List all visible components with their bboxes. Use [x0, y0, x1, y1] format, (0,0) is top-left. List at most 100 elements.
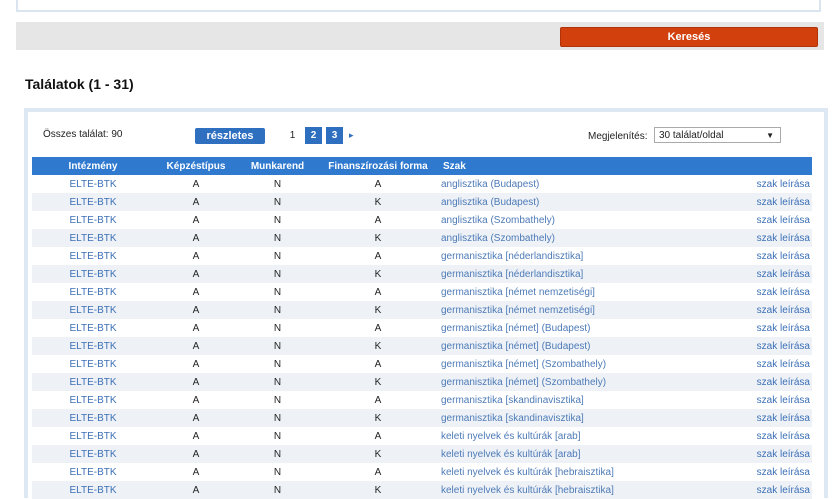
col-header-financing[interactable]: Finanszírozási forma [317, 157, 439, 175]
financing-cell: A [374, 178, 382, 190]
page-link-3[interactable]: 3 [326, 127, 343, 144]
training-type-cell: A [154, 481, 238, 499]
description-link[interactable]: szak leírása [718, 193, 812, 211]
major-link[interactable]: germanisztika [néderlandisztika] [439, 247, 718, 265]
financing-cell: K [317, 337, 439, 355]
page-link-2[interactable]: 2 [305, 127, 322, 144]
institution-link[interactable]: ELTE-BTK [32, 319, 154, 337]
description-link[interactable]: szak leírása [718, 355, 812, 373]
training-type-cell: A [154, 337, 238, 355]
institution-link[interactable]: ELTE-BTK [32, 337, 154, 355]
description-link[interactable]: szak leírása [718, 301, 812, 319]
description-link[interactable]: szak leírása [718, 265, 812, 283]
major-link[interactable]: germanisztika [német] (Szombathely) [439, 373, 718, 391]
major-link[interactable]: germanisztika [német] (Budapest) [439, 319, 718, 337]
col-header-major[interactable]: Szak [439, 157, 718, 175]
institution-link[interactable]: ELTE-BTK [32, 391, 154, 409]
institution-link[interactable]: ELTE-BTK [32, 481, 154, 499]
institution-link[interactable]: ELTE-BTK [32, 355, 154, 373]
training-type-cell: A [154, 409, 238, 427]
major-link[interactable]: keleti nyelvek és kultúrák [arab] [439, 445, 718, 463]
description-link[interactable]: szak leírása [718, 337, 812, 355]
major-link[interactable]: anglisztika (Szombathely) [439, 211, 718, 229]
table-row: ELTE-BTK A N Kgermanisztika [német] (Budape… [32, 337, 812, 355]
financing-cell: A [374, 214, 382, 226]
major-link[interactable]: germanisztika [német] (Szombathely) [439, 355, 718, 373]
description-link[interactable]: szak leírása [718, 409, 812, 427]
major-link[interactable]: anglisztika (Budapest) [439, 175, 718, 193]
training-type-cell: A [192, 358, 200, 370]
training-type-cell: A [192, 178, 200, 190]
institution-link[interactable]: ELTE-BTK [32, 247, 154, 265]
institution-link[interactable]: ELTE-BTK [32, 409, 154, 427]
table-row: ELTE-BTK A N Akeleti nyelvek és kultúrák [a… [32, 427, 812, 445]
major-link[interactable]: keleti nyelvek és kultúrák [arab] [439, 427, 718, 445]
major-link[interactable]: germanisztika [német] (Budapest) [439, 337, 718, 355]
major-link[interactable]: germanisztika [skandinavisztika] [439, 409, 718, 427]
description-link[interactable]: szak leírása [718, 481, 812, 499]
major-link[interactable]: keleti nyelvek és kultúrák [hebraisztika… [439, 463, 718, 481]
table-row: ELTE-BTK A N Akeleti nyelvek és kultúrák [h… [32, 463, 812, 481]
description-link[interactable]: szak leírása [718, 445, 812, 463]
table-row: ELTE-BTK A N Kgermanisztika [skandinaviszti… [32, 409, 812, 427]
description-link[interactable]: szak leírása [718, 373, 812, 391]
financing-cell: A [374, 466, 382, 478]
major-link[interactable]: keleti nyelvek és kultúrák [hebraisztika… [439, 481, 718, 499]
description-link[interactable]: szak leírása [718, 175, 812, 193]
training-type-cell: A [192, 394, 200, 406]
schedule-cell: N [273, 466, 282, 478]
institution-link[interactable]: ELTE-BTK [32, 229, 154, 247]
description-link[interactable]: szak leírása [718, 463, 812, 481]
description-link[interactable]: szak leírása [718, 229, 812, 247]
institution-link[interactable]: ELTE-BTK [32, 265, 154, 283]
institution-link[interactable]: ELTE-BTK [32, 211, 154, 229]
results-per-page-select[interactable]: 30 találat/oldal ▼ [654, 127, 781, 143]
institution-link[interactable]: ELTE-BTK [32, 463, 154, 481]
institution-link[interactable]: ELTE-BTK [32, 175, 154, 193]
major-link[interactable]: anglisztika (Budapest) [439, 193, 718, 211]
top-panel [16, 0, 821, 12]
institution-link[interactable]: ELTE-BTK [32, 445, 154, 463]
col-header-institution[interactable]: Intézmény [32, 157, 154, 175]
training-type-cell: A [192, 322, 200, 334]
financing-cell: A [374, 286, 382, 298]
description-link[interactable]: szak leírása [718, 391, 812, 409]
total-count: Összes találat: 90 [43, 129, 123, 140]
description-link[interactable]: szak leírása [718, 427, 812, 445]
training-type-cell: A [154, 193, 238, 211]
schedule-cell: N [273, 178, 282, 190]
institution-link[interactable]: ELTE-BTK [32, 427, 154, 445]
major-link[interactable]: germanisztika [német nemzetiségi] [439, 301, 718, 319]
col-header-training-type[interactable]: Képzéstípus [154, 157, 238, 175]
display-label: Megjelenítés: [588, 131, 648, 142]
major-link[interactable]: germanisztika [német nemzetiségi] [439, 283, 718, 301]
description-link[interactable]: szak leírása [718, 247, 812, 265]
financing-cell: K [317, 301, 439, 319]
next-page-icon[interactable]: ▸ [349, 130, 354, 141]
description-link[interactable]: szak leírása [718, 211, 812, 229]
financing-cell: A [374, 394, 382, 406]
results-toolbar: Összes találat: 90 részletes 1 2 3 ▸ Meg… [28, 112, 820, 156]
schedule-cell: N [273, 250, 282, 262]
table-row: ELTE-BTK A N Aanglisztika (Szombathely) szak… [32, 211, 812, 229]
col-header-schedule[interactable]: Munkarend [238, 157, 317, 175]
institution-link[interactable]: ELTE-BTK [32, 373, 154, 391]
financing-cell: K [317, 265, 439, 283]
details-button[interactable]: részletes [195, 128, 265, 144]
financing-cell: K [317, 229, 439, 247]
description-link[interactable]: szak leírása [718, 319, 812, 337]
search-button[interactable]: Keresés [560, 27, 818, 47]
description-link[interactable]: szak leírása [718, 283, 812, 301]
institution-link[interactable]: ELTE-BTK [32, 193, 154, 211]
institution-link[interactable]: ELTE-BTK [32, 283, 154, 301]
training-type-cell: A [192, 430, 200, 442]
financing-cell: K [317, 481, 439, 499]
training-type-cell: A [154, 265, 238, 283]
institution-link[interactable]: ELTE-BTK [32, 301, 154, 319]
major-link[interactable]: anglisztika (Szombathely) [439, 229, 718, 247]
financing-cell: K [317, 373, 439, 391]
major-link[interactable]: germanisztika [néderlandisztika] [439, 265, 718, 283]
results-per-page-value: 30 találat/oldal [659, 130, 724, 141]
major-link[interactable]: germanisztika [skandinavisztika] [439, 391, 718, 409]
page-link-1[interactable]: 1 [284, 127, 301, 144]
